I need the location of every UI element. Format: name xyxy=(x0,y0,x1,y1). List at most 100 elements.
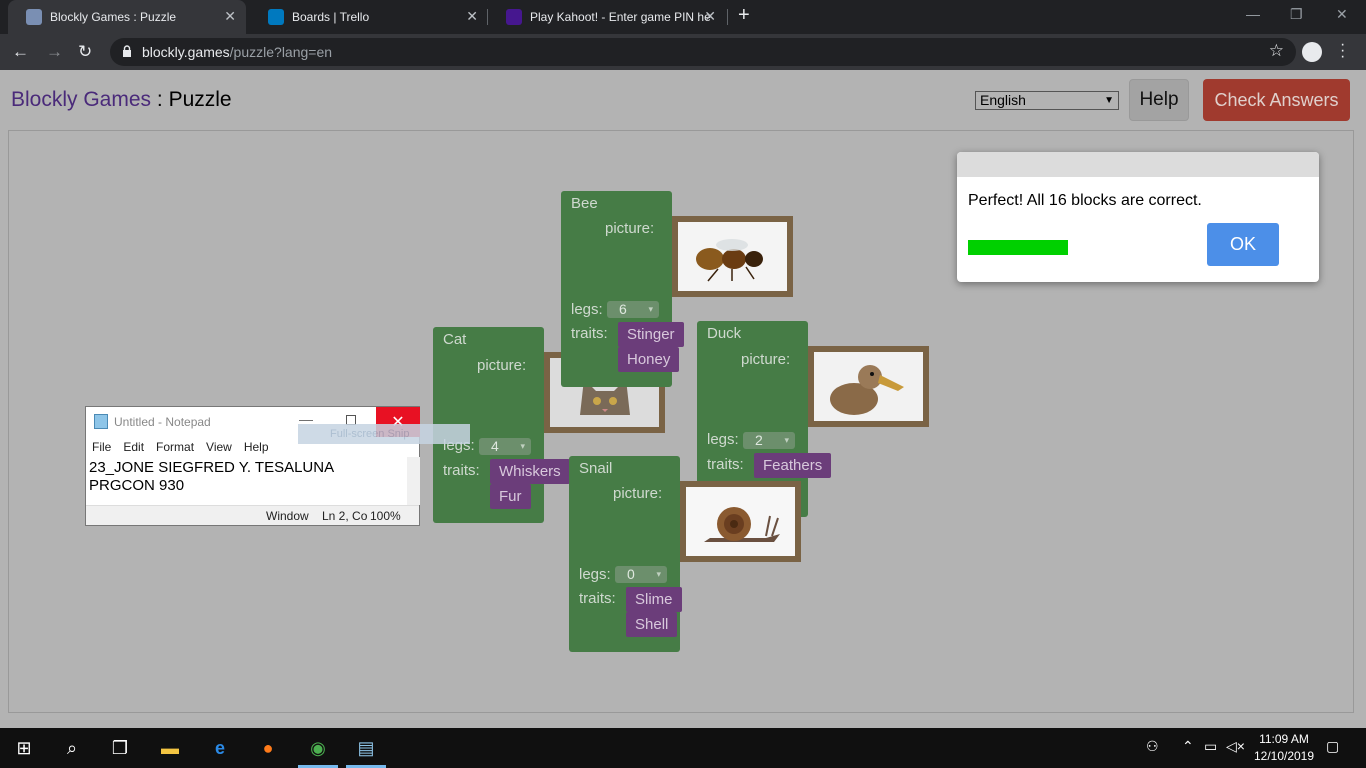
tab-separator xyxy=(727,9,728,25)
kahoot-favicon-icon xyxy=(506,9,522,25)
system-clock[interactable]: 11:09 AM 12/10/2019 xyxy=(1244,731,1324,765)
legs-dropdown[interactable]: 0 xyxy=(615,566,667,583)
menu-view[interactable]: View xyxy=(206,437,232,457)
chevron-up-icon[interactable]: ⌃ xyxy=(1182,738,1194,755)
profile-avatar-icon[interactable] xyxy=(1302,42,1322,62)
people-icon[interactable]: ⚇ xyxy=(1146,738,1159,755)
close-icon[interactable]: ✕ xyxy=(704,8,716,25)
firefox-icon[interactable]: ● xyxy=(256,736,280,760)
address-bar[interactable]: blockly.games/puzzle?lang=en ☆ xyxy=(110,38,1296,66)
dialog-header xyxy=(957,152,1319,177)
duck-icon xyxy=(829,364,904,415)
brand-link[interactable]: Blockly Games xyxy=(11,88,151,111)
check-answers-button[interactable]: Check Answers xyxy=(1203,79,1350,121)
volume-mute-icon[interactable]: ◁× xyxy=(1226,738,1245,755)
tab-title: Play Kahoot! - Enter game PIN he xyxy=(530,10,711,24)
trait-block[interactable]: Slime xyxy=(626,587,682,612)
notifications-icon[interactable]: ▢ xyxy=(1326,738,1339,755)
traits-label: traits: xyxy=(579,590,616,607)
notepad-icon xyxy=(94,414,108,429)
picture-label: picture: xyxy=(741,351,791,368)
windows-start-icon[interactable]: ⊞ xyxy=(12,736,36,760)
notepad-menubar: File Edit Format View Help xyxy=(86,437,269,457)
edge-icon[interactable]: e xyxy=(208,736,232,760)
snail-image xyxy=(686,487,795,556)
dialog-message: Perfect! All 16 blocks are correct. xyxy=(968,192,1202,209)
more-menu-icon[interactable]: · · · xyxy=(1340,37,1345,65)
vertical-scrollbar[interactable] xyxy=(407,457,420,505)
status-window: Window xyxy=(266,509,309,523)
menu-help[interactable]: Help xyxy=(244,437,269,457)
language-select[interactable]: English ▼ xyxy=(975,91,1119,110)
trello-favicon-icon xyxy=(268,9,284,25)
trait-block[interactable]: Fur xyxy=(490,484,531,509)
back-arrow-icon[interactable]: ← xyxy=(12,42,29,62)
success-dialog: Perfect! All 16 blocks are correct. OK xyxy=(957,152,1319,282)
close-icon[interactable]: ✕ xyxy=(466,8,478,25)
close-icon[interactable]: ✕ xyxy=(224,8,236,25)
browser-tab-bar: Blockly Games : Puzzle ✕ Boards | Trello… xyxy=(0,0,1366,34)
legs-dropdown[interactable]: 6 xyxy=(607,301,659,318)
task-view-icon[interactable]: ❐ xyxy=(108,736,132,760)
snail-icon xyxy=(703,507,780,542)
status-zoom: 100% xyxy=(370,509,401,523)
trait-block[interactable]: Honey xyxy=(618,347,680,372)
block-name: Bee xyxy=(571,195,598,212)
menu-format[interactable]: Format xyxy=(156,437,194,457)
network-icon[interactable]: ▭ xyxy=(1204,738,1217,755)
clock-time: 11:09 AM xyxy=(1259,732,1309,746)
picture-label: picture: xyxy=(613,485,663,502)
windows-taskbar: ⊞ ⌕ ❐ ▬ e ● ◉ ▤ ⚇ ⌃ ▭ ◁× 11:09 AM 12/10/… xyxy=(0,728,1366,768)
trait-block[interactable]: Shell xyxy=(626,612,678,637)
bee-picture-block[interactable] xyxy=(672,216,793,297)
legs-dropdown[interactable]: 4 xyxy=(479,438,531,455)
block-name: Snail xyxy=(579,460,613,477)
bee-image xyxy=(678,222,787,291)
reload-icon[interactable]: ↻ xyxy=(78,42,92,62)
new-tab-plus-icon[interactable]: + xyxy=(738,4,750,27)
lock-icon xyxy=(123,45,131,57)
url-path: /puzzle?lang=en xyxy=(229,44,333,60)
clock-date: 12/10/2019 xyxy=(1253,749,1315,763)
snail-picture-block[interactable] xyxy=(680,481,801,562)
trait-block[interactable]: Feathers xyxy=(754,453,832,478)
dropdown-arrow-icon: ▼ xyxy=(1104,95,1114,106)
picture-label: picture: xyxy=(477,357,527,374)
minimize-icon[interactable]: — xyxy=(1246,6,1260,22)
picture-label: picture: xyxy=(605,220,655,237)
notepad-text-area[interactable]: 23_JONE SIEGFRED Y. TESALUNA PRGCON 930 xyxy=(89,459,407,495)
window-close-icon[interactable]: ✕ xyxy=(1336,6,1348,23)
help-button[interactable]: Help xyxy=(1129,79,1189,121)
tab-kahoot[interactable]: Play Kahoot! - Enter game PIN he ✕ xyxy=(488,0,726,34)
traits-label: traits: xyxy=(707,456,744,473)
notepad-statusbar: Window Ln 2, Co 100% xyxy=(86,505,419,525)
menu-edit[interactable]: Edit xyxy=(123,437,144,457)
duck-image xyxy=(814,352,923,421)
bookmark-star-icon[interactable]: ☆ xyxy=(1269,41,1284,61)
legs-label: legs: xyxy=(579,566,611,583)
search-icon[interactable]: ⌕ xyxy=(60,736,84,760)
chrome-icon[interactable]: ◉ xyxy=(306,736,330,760)
legs-label: legs: xyxy=(571,301,603,318)
page-name: Puzzle xyxy=(168,88,232,111)
tab-trello[interactable]: Boards | Trello ✕ xyxy=(250,0,488,34)
block-name: Duck xyxy=(707,325,742,342)
page-title: Blockly Games : Puzzle xyxy=(11,88,232,111)
snip-tooltip-ghost: Full-screen Snip xyxy=(298,424,470,444)
block-name: Cat xyxy=(443,331,467,348)
tab-blockly[interactable]: Blockly Games : Puzzle ✕ xyxy=(8,0,246,34)
forward-arrow-icon[interactable]: → xyxy=(46,42,63,62)
trait-block[interactable]: Stinger xyxy=(618,322,684,347)
legs-dropdown[interactable]: 2 xyxy=(743,432,795,449)
traits-label: traits: xyxy=(443,462,480,479)
tab-title: Blockly Games : Puzzle xyxy=(50,10,177,24)
bee-icon xyxy=(695,239,763,282)
notepad-taskbar-icon[interactable]: ▤ xyxy=(354,736,378,760)
ok-button[interactable]: OK xyxy=(1207,223,1279,266)
file-explorer-icon[interactable]: ▬ xyxy=(158,736,182,760)
restore-icon[interactable]: ❐ xyxy=(1290,6,1303,23)
status-position: Ln 2, Co xyxy=(322,509,368,523)
trait-block[interactable]: Whiskers xyxy=(490,459,570,484)
duck-picture-block[interactable] xyxy=(808,346,929,427)
menu-file[interactable]: File xyxy=(92,437,111,457)
